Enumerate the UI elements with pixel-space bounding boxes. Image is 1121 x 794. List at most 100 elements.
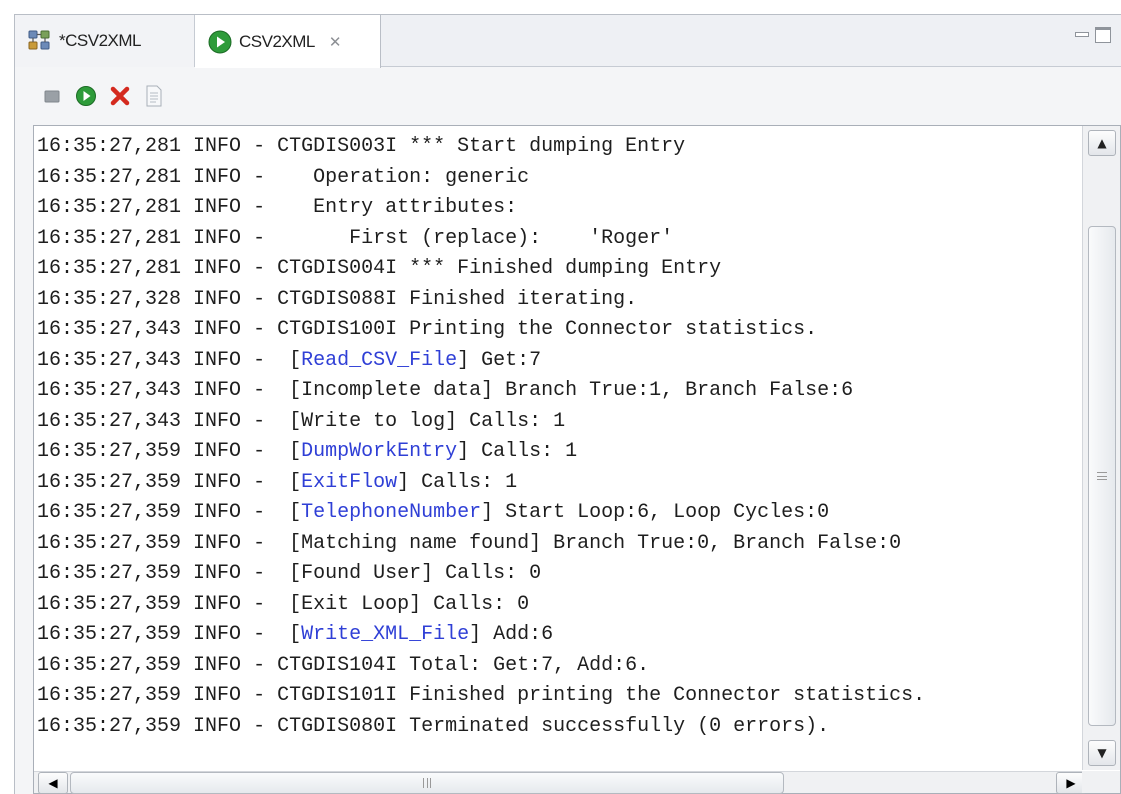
scroll-up-icon[interactable]: ▲	[1088, 130, 1116, 156]
log-timestamp: 16:35:27,359	[37, 592, 182, 616]
log-space	[181, 318, 193, 341]
run-button[interactable]	[75, 85, 97, 107]
component-link[interactable]: ExitFlow	[301, 471, 397, 494]
log-space	[181, 532, 193, 555]
run-icon	[76, 86, 96, 106]
log-timestamp: 16:35:27,359	[37, 623, 182, 646]
log-message: - [	[241, 623, 302, 646]
log-level: INFO	[193, 257, 242, 280]
component-link[interactable]: DumpWorkEntry	[301, 440, 457, 463]
log-line: 16:35:27,359 INFO - CTGDIS080I Terminate…	[37, 712, 1090, 743]
log-message: - First (replace): 'Roger'	[241, 226, 674, 250]
log-space	[181, 623, 193, 646]
component-link[interactable]: Write_XML_File	[301, 623, 469, 646]
assembly-line-icon	[27, 28, 53, 54]
log-file-button[interactable]	[143, 85, 165, 107]
minimize-icon[interactable]	[1073, 27, 1089, 43]
log-level: INFO	[193, 165, 242, 189]
scroll-down-icon[interactable]: ▼	[1088, 740, 1116, 766]
log-message: - CTGDIS080I Terminated successfully (0 …	[241, 714, 830, 738]
log-level: INFO	[193, 196, 242, 219]
log-message-tail: ] Calls: 1	[397, 470, 518, 494]
log-level: INFO	[193, 379, 242, 402]
log-timestamp: 16:35:27,343	[37, 348, 182, 372]
log-line: 16:35:27,359 INFO - [ExitFlow] Calls: 1	[37, 468, 1090, 499]
log-message: - [Exit Loop] Calls: 0	[241, 592, 530, 616]
log-level: INFO	[193, 440, 242, 463]
log-line: 16:35:27,359 INFO - [DumpWorkEntry] Call…	[37, 437, 1090, 468]
log-text-area[interactable]: 16:35:27,281 INFO - CTGDIS003I *** Start…	[34, 126, 1090, 770]
log-timestamp: 16:35:27,359	[37, 440, 182, 463]
log-timestamp: 16:35:27,281	[37, 226, 182, 250]
log-message: - [Found User] Calls: 0	[241, 562, 542, 585]
log-message: - [Write to log] Calls: 1	[241, 409, 566, 433]
log-timestamp: 16:35:27,281	[37, 196, 182, 219]
log-line: 16:35:27,359 INFO - [Matching name found…	[37, 529, 1090, 560]
log-line: 16:35:27,328 INFO - CTGDIS088I Finished …	[37, 285, 1090, 316]
log-message: - [	[241, 501, 302, 524]
vertical-scroll-thumb[interactable]	[1088, 226, 1116, 726]
console-output[interactable]: 16:35:27,281 INFO - CTGDIS003I *** Start…	[33, 125, 1121, 794]
log-timestamp: 16:35:27,343	[37, 379, 182, 402]
log-level: INFO	[193, 409, 242, 433]
log-message: - [Incomplete data] Branch True:1, Branc…	[241, 379, 854, 402]
log-space	[181, 227, 193, 250]
scroll-corner	[1082, 771, 1120, 793]
component-link[interactable]: TelephoneNumber	[301, 501, 481, 524]
log-line: 16:35:27,281 INFO - First (replace): 'Ro…	[37, 224, 1090, 255]
tab-assembly-line-editor[interactable]: *CSV2XML	[15, 15, 195, 67]
log-message: - CTGDIS003I *** Start dumping Entry	[241, 135, 686, 158]
log-line: 16:35:27,343 INFO - CTGDIS100I Printing …	[37, 315, 1090, 346]
log-timestamp: 16:35:27,359	[37, 470, 182, 494]
log-message: - [Matching name found] Branch True:0, B…	[241, 531, 902, 555]
log-timestamp: 16:35:27,328	[37, 287, 182, 311]
console-view: *CSV2XML CSV2XML ✕ 16:35:27,281 INFO - C…	[14, 14, 1121, 794]
log-space	[181, 654, 193, 677]
maximize-icon[interactable]	[1095, 27, 1111, 43]
log-line: 16:35:27,359 INFO - [Write_XML_File] Add…	[37, 620, 1090, 651]
log-line: 16:35:27,359 INFO - CTGDIS101I Finished …	[37, 681, 1090, 712]
stop-button[interactable]	[41, 85, 63, 107]
run-icon	[207, 29, 233, 55]
close-tab-icon[interactable]: ✕	[329, 33, 342, 51]
log-space	[181, 562, 193, 585]
log-space	[181, 135, 193, 158]
scroll-left-icon[interactable]: ◀	[38, 772, 68, 794]
log-line: 16:35:27,343 INFO - [Incomplete data] Br…	[37, 376, 1090, 407]
log-message: - Entry attributes:	[241, 196, 518, 219]
log-line: 16:35:27,359 INFO - CTGDIS104I Total: Ge…	[37, 651, 1090, 682]
document-icon	[146, 85, 162, 107]
log-timestamp: 16:35:27,359	[37, 653, 182, 677]
vertical-scrollbar[interactable]: ▲ ▼	[1082, 126, 1120, 770]
log-level: INFO	[193, 592, 242, 616]
log-space	[181, 257, 193, 280]
tab-console-run[interactable]: CSV2XML ✕	[195, 15, 381, 68]
log-message-tail: ] Add:6	[469, 623, 554, 646]
log-line: 16:35:27,359 INFO - [Found User] Calls: …	[37, 559, 1090, 590]
log-level: INFO	[193, 531, 242, 555]
tab-label: *CSV2XML	[59, 31, 141, 50]
horizontal-scrollbar[interactable]: ◀ ▶	[34, 771, 1090, 794]
log-line: 16:35:27,281 INFO - CTGDIS003I *** Start…	[37, 132, 1090, 163]
log-space	[181, 288, 193, 311]
log-level: INFO	[193, 623, 242, 646]
log-message: - CTGDIS101I Finished printing the Conne…	[241, 684, 926, 707]
log-line: 16:35:27,359 INFO - [TelephoneNumber] St…	[37, 498, 1090, 529]
log-level: INFO	[193, 562, 242, 585]
log-message: - [	[241, 440, 302, 463]
log-message: - Operation: generic	[241, 165, 530, 189]
log-level: INFO	[193, 470, 242, 494]
log-timestamp: 16:35:27,359	[37, 562, 182, 585]
component-link[interactable]: Read_CSV_File	[301, 349, 457, 372]
log-message: - [	[241, 470, 302, 494]
log-level: INFO	[193, 318, 242, 341]
log-level: INFO	[193, 653, 242, 677]
log-space	[181, 196, 193, 219]
log-message-tail: ] Start Loop:6, Loop Cycles:0	[481, 501, 830, 524]
log-timestamp: 16:35:27,281	[37, 135, 182, 158]
log-line: 16:35:27,281 INFO - Entry attributes:	[37, 193, 1090, 224]
log-message: - CTGDIS088I Finished iterating.	[241, 287, 638, 311]
log-timestamp: 16:35:27,359	[37, 714, 182, 738]
horizontal-scroll-thumb[interactable]	[70, 772, 784, 794]
clear-button[interactable]	[109, 85, 131, 107]
